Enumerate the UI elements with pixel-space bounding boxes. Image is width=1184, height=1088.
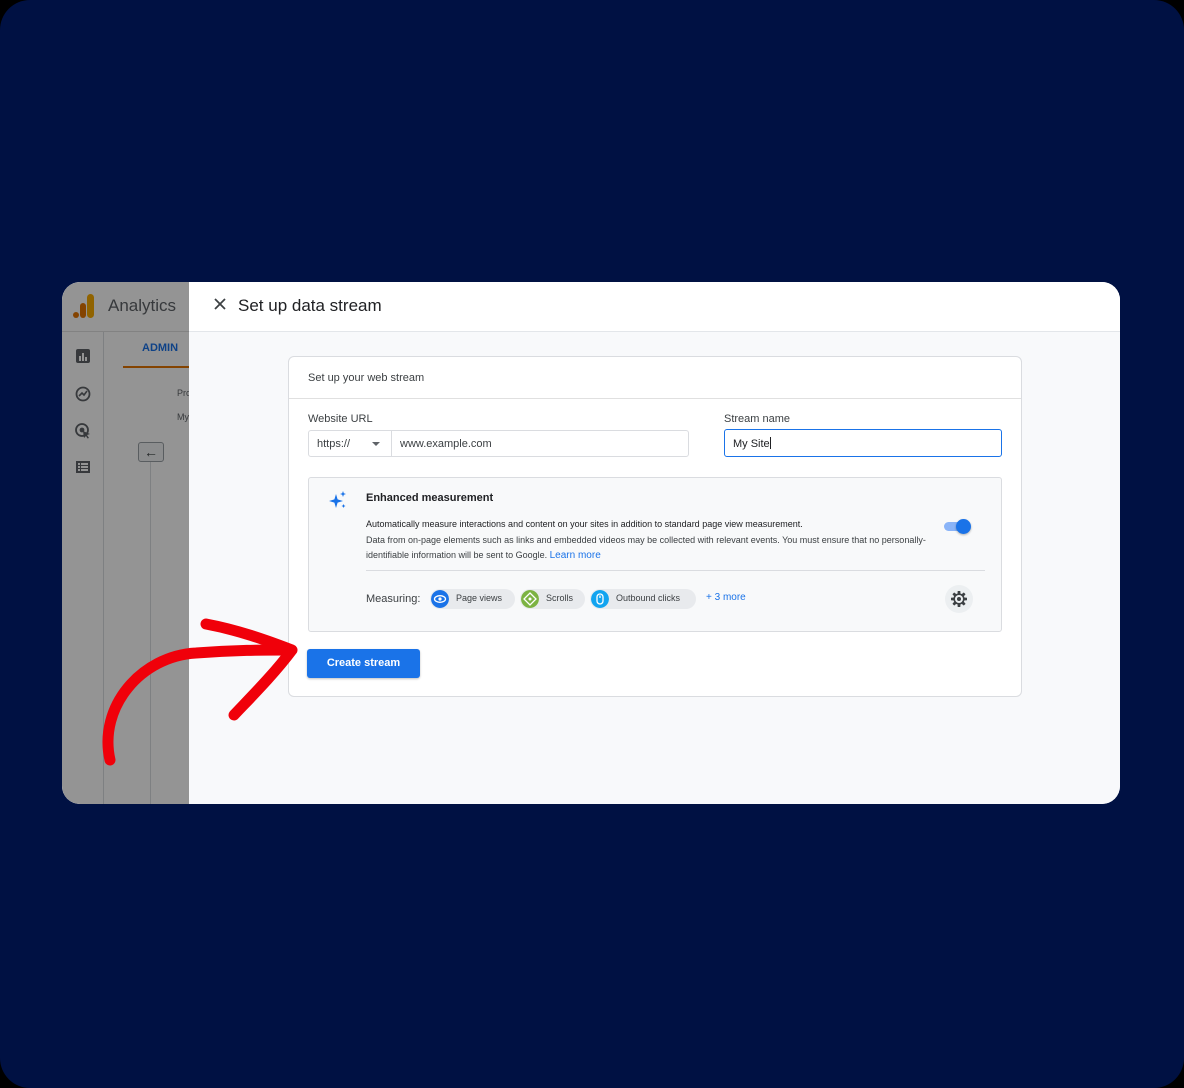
chip-scrolls[interactable]: Scrolls (520, 589, 585, 609)
stream-name-label: Stream name (724, 413, 791, 425)
crosshair-icon (521, 590, 539, 608)
web-stream-card: Set up your web stream Website URL https… (288, 356, 1022, 697)
enhanced-description-primary: Automatically measure interactions and c… (366, 519, 803, 529)
chip-label: Scrolls (546, 593, 574, 603)
chip-label: Page views (456, 593, 503, 603)
card-header: Set up your web stream (289, 357, 1021, 399)
slide-background: Analytics ADMIN Pro My ← Set up data str… (0, 0, 1184, 1088)
website-url-input[interactable]: www.example.com (400, 438, 492, 450)
measuring-label: Measuring: (366, 593, 421, 605)
enhanced-description-text: Data from on-page elements such as links… (366, 535, 926, 560)
screenshot-panel: Analytics ADMIN Pro My ← Set up data str… (62, 282, 1120, 804)
analytics-app-background: Analytics ADMIN Pro My ← (62, 282, 191, 804)
learn-more-link[interactable]: Learn more (550, 550, 601, 561)
website-url-field: https:// www.example.com (308, 430, 689, 457)
chip-label: Outbound clicks (616, 593, 681, 603)
enhanced-measurement-toggle[interactable] (942, 519, 972, 534)
card-heading: Set up your web stream (308, 372, 425, 384)
modal-scrim (62, 282, 189, 804)
sparkle-icon (329, 491, 346, 508)
website-url-label: Website URL (308, 413, 373, 425)
setup-data-stream-dialog: Set up data stream Set up your web strea… (189, 282, 1120, 804)
more-events-link[interactable]: + 3 more (706, 592, 746, 603)
settings-button[interactable] (945, 585, 973, 613)
enhanced-measurement-panel: Enhanced measurement Automatically measu… (308, 477, 1002, 632)
protocol-value: https:// (317, 438, 351, 450)
create-stream-button[interactable]: Create stream (307, 649, 420, 678)
mouse-icon (591, 590, 609, 608)
toggle-knob (956, 519, 971, 534)
gear-icon (951, 591, 967, 607)
chip-outbound-clicks[interactable]: Outbound clicks (590, 589, 696, 609)
chevron-down-icon (372, 442, 380, 446)
protocol-select[interactable]: https:// (309, 431, 392, 456)
eye-icon (431, 590, 449, 608)
stream-name-value: My Site (733, 438, 770, 450)
dialog-header: Set up data stream (189, 282, 1120, 332)
dialog-title: Set up data stream (238, 296, 382, 315)
enhanced-measurement-title: Enhanced measurement (366, 492, 494, 504)
enhanced-description-secondary: Data from on-page elements such as links… (366, 533, 926, 563)
divider (366, 570, 985, 571)
text-cursor (769, 437, 771, 449)
chip-page-views[interactable]: Page views (430, 589, 515, 609)
close-icon[interactable] (211, 295, 229, 313)
stream-name-input[interactable]: My Site (724, 429, 1002, 457)
